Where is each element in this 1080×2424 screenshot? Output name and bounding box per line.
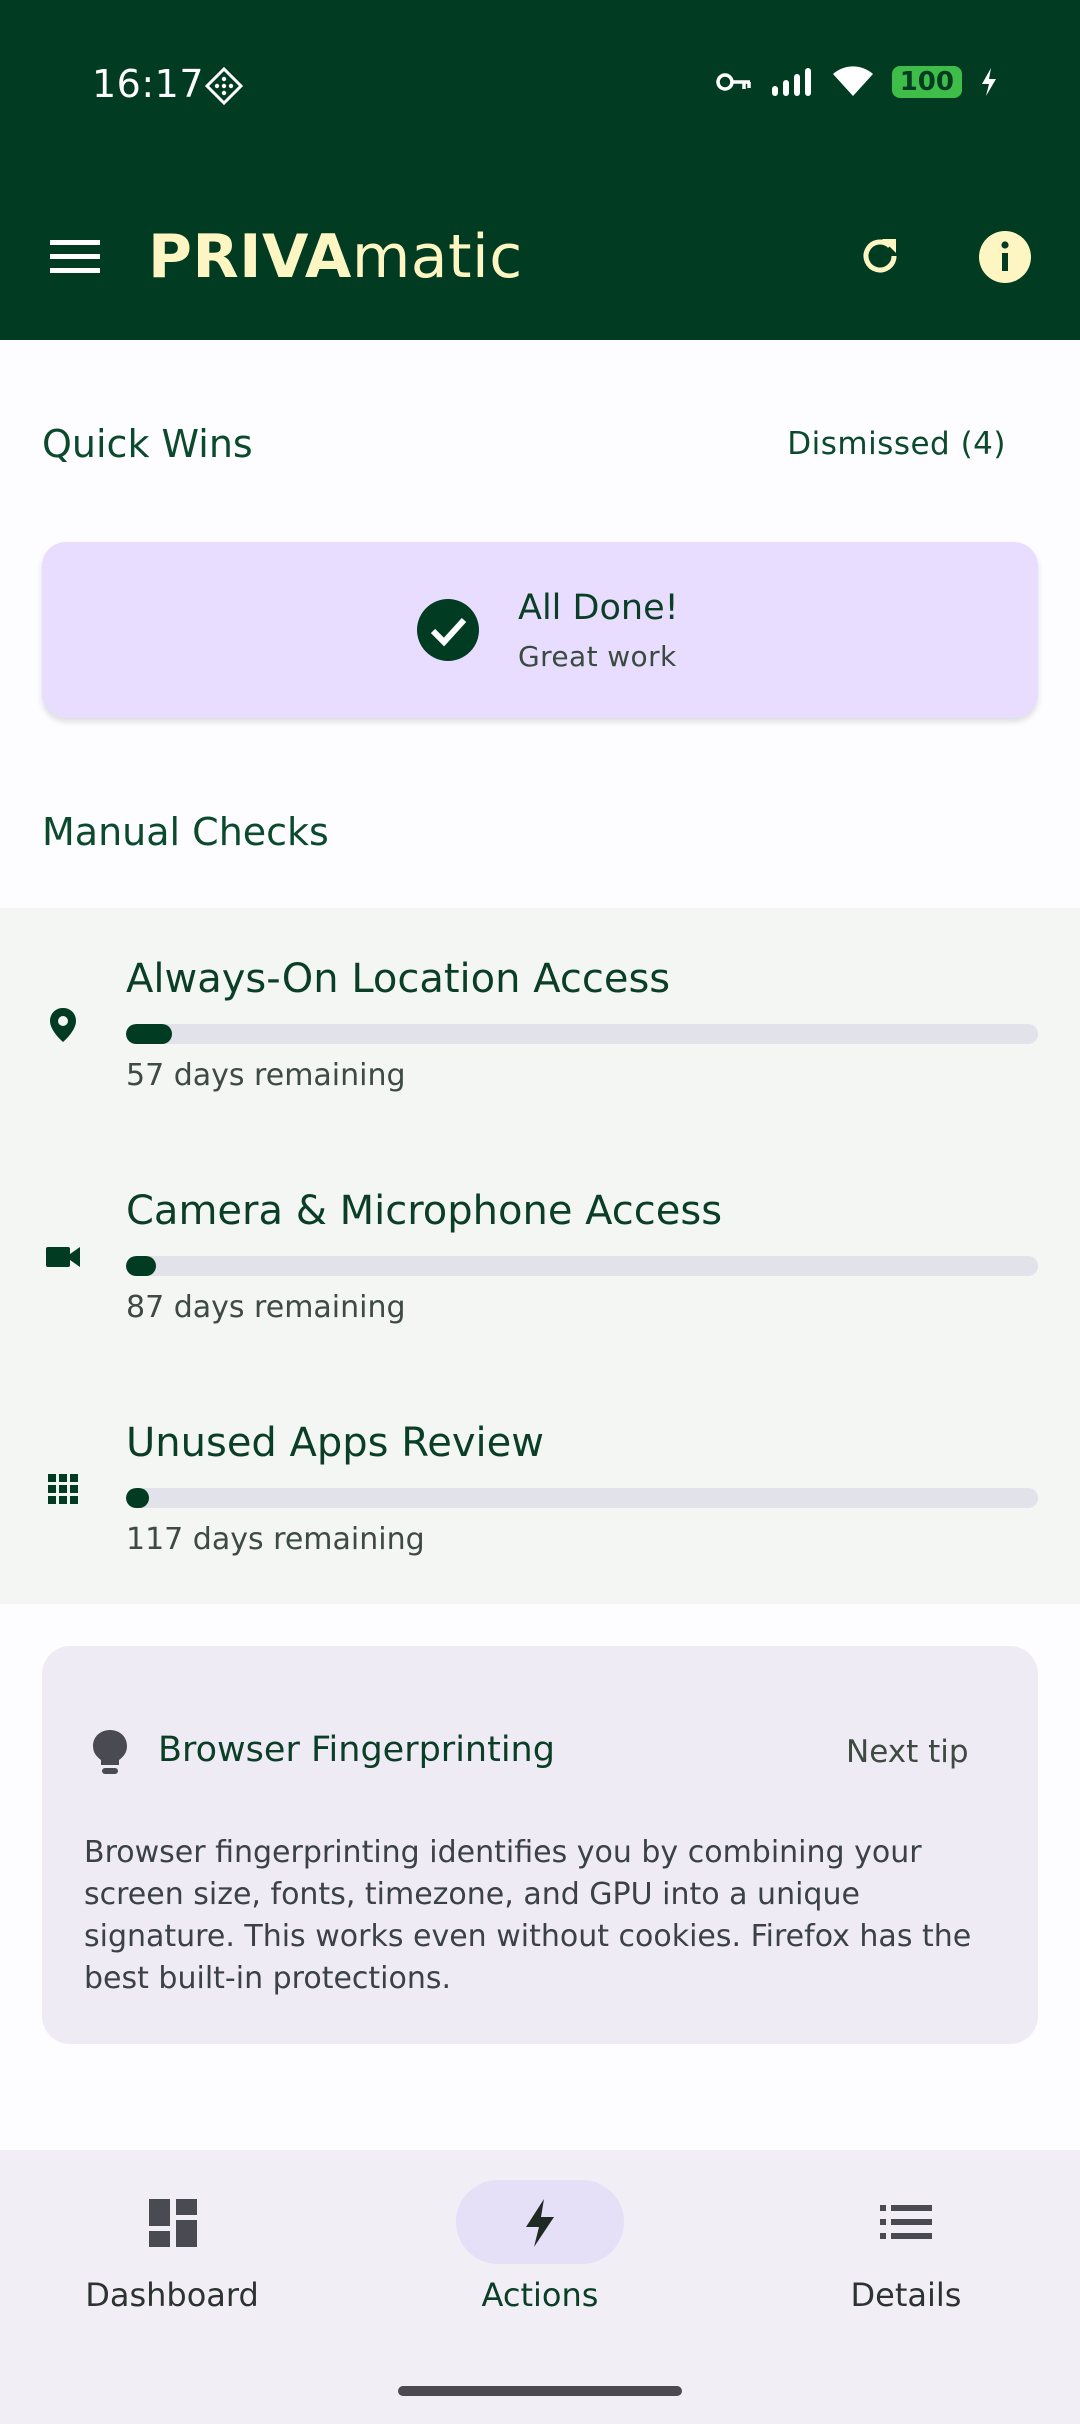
status-time: 16:17 [92,62,205,106]
next-tip-button[interactable]: Next tip [846,1734,969,1770]
vpn-key-icon [715,73,751,91]
progress-bar-camera [126,1256,1038,1276]
app-title: PRIVAmatic [148,222,523,292]
battery-icon: 100 [891,66,962,98]
status-bar: 16:17 100 [0,0,1080,170]
tip-body: Browser fingerprinting identifies you by… [84,1835,972,1996]
quick-wins-title: Quick Wins [42,422,253,466]
signal-icon [771,68,811,96]
manual-checks-title: Manual Checks [42,810,329,854]
videocam-icon [46,1247,80,1267]
status-icons: 100 [715,66,998,98]
info-icon[interactable] [978,230,1032,284]
progress-bar-location [126,1024,1038,1044]
gesture-bar [398,2386,682,2396]
all-done-subtitle: Great work [518,640,677,673]
check-circle-icon [417,599,479,661]
dashboard-icon[interactable] [148,2198,198,2248]
progress-fill-location [126,1024,172,1044]
remaining-unused-apps: 117 days remaining [126,1522,425,1557]
apps-grid-icon [48,1474,78,1504]
tip-title: Browser Fingerprinting [158,1730,555,1770]
menu-icon[interactable] [50,238,100,276]
app-title-rest: matic [351,222,523,292]
check-title-location[interactable]: Always-On Location Access [126,956,670,1002]
progress-fill-unused-apps [126,1488,149,1508]
remaining-camera: 87 days remaining [126,1290,406,1325]
list-icon[interactable] [880,2204,932,2240]
all-done-card [42,542,1038,718]
progress-bar-unused-apps [126,1488,1038,1508]
check-title-camera[interactable]: Camera & Microphone Access [126,1188,722,1234]
location-pin-icon [50,1008,76,1042]
progress-fill-camera [126,1256,157,1276]
nav-details[interactable]: Details [756,2276,1056,2314]
remaining-location: 57 days remaining [126,1058,406,1093]
check-title-unused-apps[interactable]: Unused Apps Review [126,1420,544,1466]
charging-icon [982,68,996,96]
bolt-icon[interactable] [522,2198,558,2248]
all-done-title: All Done! [518,588,679,628]
lightbulb-icon [93,1730,127,1774]
diamond-icon [204,66,244,106]
nav-dashboard[interactable]: Dashboard [22,2276,322,2314]
wifi-icon [832,66,873,96]
app-title-bold: PRIVA [148,222,352,292]
dismissed-button[interactable]: Dismissed (4) [787,426,1006,462]
refresh-icon[interactable] [856,232,904,280]
nav-actions[interactable]: Actions [390,2276,690,2314]
